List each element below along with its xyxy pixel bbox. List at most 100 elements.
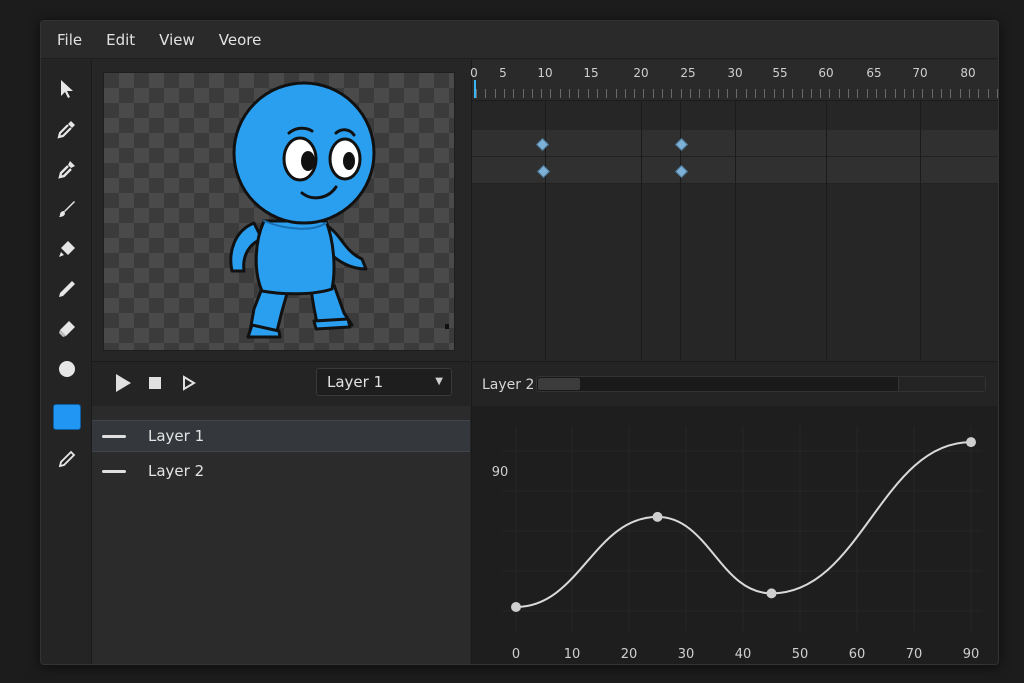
- circle-icon[interactable]: [52, 354, 82, 384]
- pencil-icon[interactable]: [52, 274, 82, 304]
- ruler-tick: [746, 89, 747, 98]
- menu-veore[interactable]: Veore: [219, 31, 262, 49]
- ruler-tick: [764, 89, 765, 98]
- frame-divider: [920, 101, 921, 360]
- eraser-icon[interactable]: [52, 314, 82, 344]
- ruler-tick: [857, 89, 858, 98]
- ruler-tick: [485, 89, 486, 98]
- ruler-tick: [532, 89, 533, 98]
- x-tick-label: 50: [792, 647, 809, 662]
- ruler-tick: [839, 89, 840, 98]
- ruler-tick: [671, 89, 672, 98]
- ruler-tick: [718, 89, 719, 98]
- play-button[interactable]: [112, 372, 134, 394]
- ruler-tick: [904, 89, 905, 98]
- ruler-tick: [513, 89, 514, 98]
- step-forward-button[interactable]: [178, 372, 200, 394]
- ruler-tick: [550, 89, 551, 98]
- ruler-tick: [988, 89, 989, 98]
- chevron-down-icon: ▼: [435, 376, 443, 387]
- ruler-tick: [727, 89, 728, 98]
- menu-view[interactable]: View: [159, 31, 195, 49]
- ruler-tick: [997, 89, 998, 98]
- ruler-tick: [541, 89, 542, 98]
- scrollbar-thumb[interactable]: [538, 378, 580, 390]
- ruler-tick: [736, 89, 737, 98]
- eyedropper-icon[interactable]: [52, 114, 82, 144]
- ruler-tick: [625, 89, 626, 98]
- curve-graph-editor[interactable]: 0 10 20 30 40 50 60 70 90 90: [471, 406, 998, 664]
- ruler-tick: [681, 89, 682, 98]
- color-swatch[interactable]: [53, 404, 81, 430]
- tool-palette: [41, 60, 92, 664]
- curve-keyframe-point: [966, 437, 976, 448]
- app-window: File Edit View Veore Layer 1 ▼ Layer 1 L…: [40, 20, 999, 665]
- ruler-tick: [932, 89, 933, 98]
- layer-row-1[interactable]: Layer 1: [92, 420, 470, 452]
- ruler-tick: [895, 89, 896, 98]
- layer-visibility-icon: [102, 469, 126, 473]
- ruler-tick: [653, 89, 654, 98]
- x-tick-label: 60: [849, 647, 866, 662]
- ruler-tick: [709, 89, 710, 98]
- curve-keyframe-point: [511, 602, 521, 612]
- fill-icon[interactable]: [52, 234, 82, 264]
- timeline-ruler[interactable]: 0 5 10 15 20 25 30 55 60 65 70 80: [470, 60, 998, 101]
- step-forward-icon: [183, 375, 196, 391]
- curve-keyframe-point: [652, 511, 663, 522]
- ruler-tick: [876, 89, 877, 98]
- menu-file[interactable]: File: [57, 31, 82, 49]
- layer-select[interactable]: Layer 1 ▼: [316, 368, 452, 396]
- ruler-tick: [476, 89, 477, 98]
- play-icon: [116, 374, 131, 392]
- stop-button[interactable]: [144, 372, 166, 394]
- ruler-tick: [597, 89, 598, 98]
- x-tick-label: 30: [678, 647, 695, 662]
- graph-layer-label: Layer 2: [482, 377, 535, 393]
- ruler-label: 25: [680, 66, 696, 80]
- menu-edit[interactable]: Edit: [106, 31, 135, 49]
- ruler-tick: [495, 89, 496, 98]
- ruler-tick: [504, 89, 505, 98]
- blue-character-drawing: [229, 81, 449, 339]
- ruler-tick: [922, 89, 923, 98]
- frame-divider: [735, 101, 736, 360]
- ruler-tick: [913, 89, 914, 98]
- ruler-label: 30: [727, 66, 743, 80]
- x-tick-label: 90: [963, 647, 980, 662]
- ruler-tick: [662, 89, 663, 98]
- ruler-label: 10: [537, 66, 553, 80]
- ruler-label: 60: [818, 66, 834, 80]
- drawing-canvas[interactable]: [103, 72, 455, 351]
- x-tick-label: 40: [735, 647, 752, 662]
- playhead[interactable]: [474, 80, 476, 98]
- eyedropper-small-icon[interactable]: [52, 444, 82, 474]
- ruler-tick: [960, 89, 961, 98]
- ruler-label: 5: [499, 66, 507, 80]
- layer-row-2[interactable]: Layer 2: [92, 455, 470, 487]
- graph-editor-header: Layer 2: [471, 361, 998, 407]
- ruler-label: 0: [470, 66, 478, 80]
- ruler-tick: [792, 89, 793, 98]
- ruler-tick: [783, 89, 784, 98]
- pipette-icon[interactable]: [52, 154, 82, 184]
- stop-icon: [149, 377, 161, 389]
- x-tick-label: 70: [906, 647, 923, 662]
- ruler-tick: [569, 89, 570, 98]
- ruler-tick: [699, 89, 700, 98]
- curve-keyframe-point: [766, 588, 777, 599]
- ruler-tick: [950, 89, 951, 98]
- ruler-tick: [690, 89, 691, 98]
- brush-icon[interactable]: [52, 194, 82, 224]
- ruler-tick: [802, 89, 803, 98]
- select-arrow-icon[interactable]: [52, 74, 82, 104]
- ruler-tick: [606, 89, 607, 98]
- frame-divider: [641, 101, 642, 360]
- ruler-tick: [969, 89, 970, 98]
- ruler-tick: [523, 89, 524, 98]
- ruler-tick: [811, 89, 812, 98]
- graph-scrollbar[interactable]: [536, 376, 986, 392]
- ruler-tick: [829, 89, 830, 98]
- scrollbar-track-end: [898, 377, 985, 391]
- ruler-tick: [820, 89, 821, 98]
